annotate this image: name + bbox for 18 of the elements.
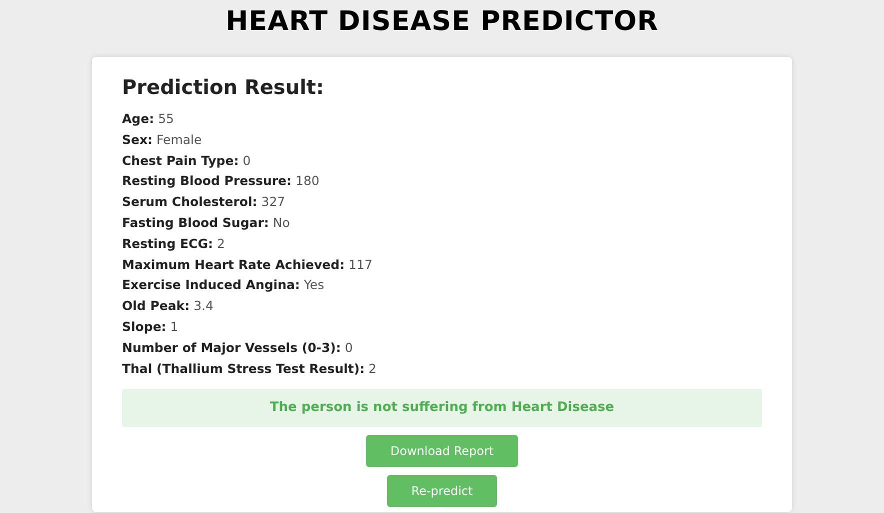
- field-line: Chest Pain Type: 0: [122, 152, 252, 170]
- page-title: HEART DISEASE PREDICTOR: [224, 5, 660, 39]
- field-line: Resting ECG: 2: [122, 234, 226, 253]
- field-line: Slope: 1: [122, 318, 180, 336]
- field-line: Maximum Heart Rate Achieved: 117: [122, 256, 374, 274]
- field-line: Thal (Thallium Stress Test Result): 2: [122, 360, 378, 378]
- field-line: Age: 55: [122, 110, 175, 128]
- re-predict-button[interactable]: Re-predict: [387, 474, 497, 507]
- field-line: Fasting Blood Sugar: No: [122, 214, 291, 232]
- result-message: The person is not suffering from Heart Disease: [122, 389, 762, 427]
- field-line: Old Peak: 3.4: [122, 297, 214, 316]
- field-line: Resting Blood Pressure: 180: [122, 172, 320, 190]
- field-line: Exercise Induced Angina: Yes: [122, 276, 326, 294]
- field-line: Serum Cholesterol: 327: [122, 193, 286, 212]
- field-line: Number of Major Vessels (0-3): 0: [122, 338, 354, 357]
- field-line: Sex: Female: [122, 130, 203, 149]
- download-report-button[interactable]: Download Report: [366, 434, 518, 467]
- result-heading: Prediction Result:: [122, 74, 325, 101]
